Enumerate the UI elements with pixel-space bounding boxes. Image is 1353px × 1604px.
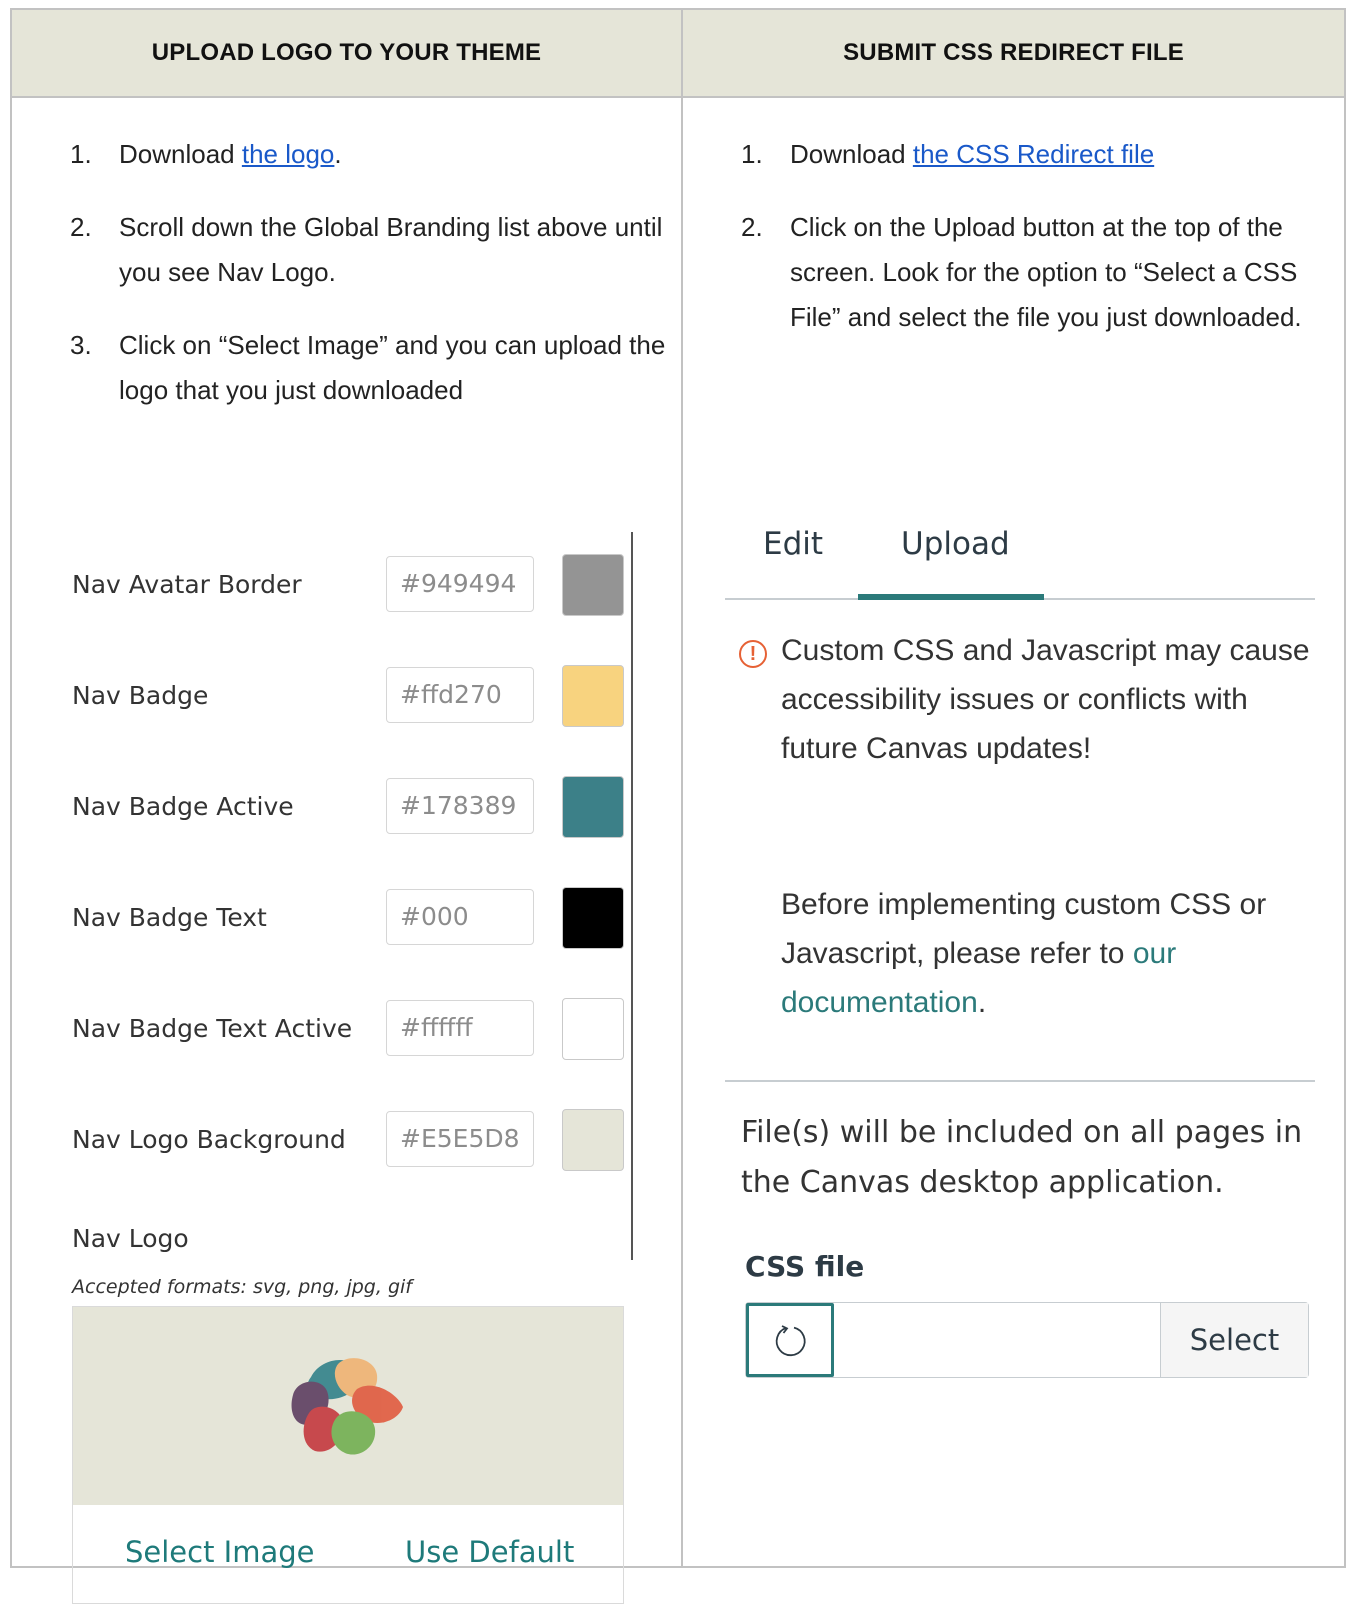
branding-label: Nav Badge (72, 681, 209, 710)
branding-row-nav-badge-text: Nav Badge Text #000 (72, 887, 632, 953)
color-swatch[interactable] (562, 665, 624, 727)
right-cell: 1. Download the CSS Redirect file 2. Cli… (681, 96, 1346, 1568)
color-swatch[interactable] (562, 776, 624, 838)
branding-row-nav-badge: Nav Badge #ffd270 (72, 665, 632, 731)
branding-label: Nav Avatar Border (72, 570, 302, 599)
warning-text: Custom CSS and Javascript may cause acce… (781, 634, 1310, 765)
right-steps-list: 1. Download the CSS Redirect file 2. Cli… (683, 132, 1333, 340)
branding-row-nav-badge-active: Nav Badge Active #178389 (72, 776, 632, 842)
color-swatch[interactable] (562, 1109, 624, 1171)
select-file-button[interactable]: Select (1160, 1303, 1308, 1377)
nav-logo-label: Nav Logo (72, 1224, 189, 1253)
header-upload-logo: UPLOAD LOGO TO YOUR THEME (10, 8, 683, 98)
right-step-1: 1. Download the CSS Redirect file (683, 132, 1333, 177)
nav-logo-preview: Select Image Use Default (72, 1306, 624, 1604)
documentation-note: Before implementing custom CSS or Javasc… (781, 880, 1311, 1027)
step-text: Click on the Upload button at the top of… (790, 212, 1302, 332)
warning-icon: ! (739, 640, 767, 668)
loading-spinner[interactable] (746, 1303, 834, 1377)
branding-label: Nav Badge Active (72, 792, 294, 821)
branding-row-nav-badge-text-active: Nav Badge Text Active #ffffff (72, 998, 632, 1064)
file-inclusion-note: File(s) will be included on all pages in… (741, 1115, 1303, 1200)
documentation-note-text: Before implementing custom CSS or Javasc… (781, 888, 1267, 970)
select-image-button[interactable]: Select Image (125, 1535, 315, 1569)
hex-input[interactable]: #949494 (386, 556, 534, 612)
step-text: Click on “Select Image” and you can uplo… (119, 330, 666, 405)
step-text: Download (790, 139, 913, 169)
page: UPLOAD LOGO TO YOUR THEME SUBMIT CSS RED… (0, 0, 1353, 1604)
branding-label: Nav Badge Text (72, 903, 267, 932)
color-swatch[interactable] (562, 887, 624, 949)
tab-upload[interactable]: Upload (901, 526, 1010, 562)
css-redirect-download-link[interactable]: the CSS Redirect file (913, 139, 1154, 169)
step-text: Scroll down the Global Branding list abo… (119, 212, 663, 287)
hex-input[interactable]: #ffffff (386, 1000, 534, 1056)
css-file-input: Select (745, 1302, 1309, 1378)
use-default-button[interactable]: Use Default (405, 1535, 574, 1569)
logo-download-link[interactable]: the logo (242, 139, 335, 169)
step-number: 2. (741, 212, 763, 242)
color-swatch[interactable] (562, 554, 624, 616)
left-step-2: 2. Scroll down the Global Branding list … (12, 205, 672, 295)
accepted-formats-note: Accepted formats: svg, png, jpg, gif (72, 1276, 412, 1298)
css-file-label: CSS file (745, 1250, 865, 1283)
logo-image (291, 1358, 403, 1455)
hex-input[interactable]: #E5E5D8 (386, 1111, 534, 1167)
tab-edit[interactable]: Edit (763, 526, 823, 562)
left-step-3: 3. Click on “Select Image” and you can u… (12, 323, 672, 413)
left-step-1: 1. Download the logo. (12, 132, 672, 177)
documentation-note-suffix: . (977, 986, 987, 1019)
branding-label: Nav Badge Text Active (72, 1014, 353, 1043)
step-number: 1. (741, 139, 763, 169)
instructions-table: UPLOAD LOGO TO YOUR THEME SUBMIT CSS RED… (10, 8, 1346, 1604)
hex-input[interactable]: #ffd270 (386, 667, 534, 723)
left-steps-list: 1. Download the logo. 2. Scroll down the… (12, 132, 672, 413)
left-cell: 1. Download the logo. 2. Scroll down the… (10, 96, 683, 1604)
hex-input[interactable]: #178389 (386, 778, 534, 834)
color-swatch[interactable] (562, 998, 624, 1060)
logo-preview-area (73, 1307, 623, 1505)
branding-label: Nav Logo Background (72, 1125, 346, 1154)
section-divider (725, 1080, 1315, 1082)
edit-upload-tabs: Edit Upload (725, 526, 1315, 600)
step-text: Download (119, 139, 242, 169)
step-text-suffix: . (334, 139, 342, 169)
hex-input[interactable]: #000 (386, 889, 534, 945)
refresh-icon (775, 1325, 806, 1357)
step-number: 2. (70, 212, 92, 242)
step-number: 1. (70, 139, 92, 169)
step-number: 3. (70, 330, 92, 360)
header-submit-css: SUBMIT CSS REDIRECT FILE (681, 8, 1346, 98)
branding-row-nav-logo-background: Nav Logo Background #E5E5D8 (72, 1109, 632, 1175)
right-step-2: 2. Click on the Upload button at the top… (683, 205, 1333, 340)
branding-row-nav-avatar-border: Nav Avatar Border #949494 (72, 554, 632, 620)
active-tab-indicator (858, 594, 1044, 600)
